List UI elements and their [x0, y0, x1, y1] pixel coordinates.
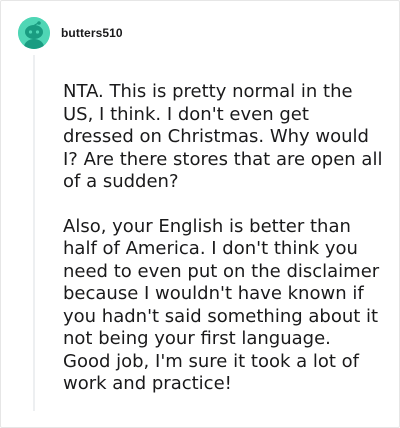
comment-paragraph: NTA. This is pretty normal in the US, I … [63, 81, 383, 192]
thread-collapse-line[interactable] [33, 55, 35, 411]
comment-body: NTA. This is pretty normal in the US, I … [63, 81, 383, 396]
comment-card: butters510 NTA. This is pretty normal in… [0, 0, 400, 428]
comment-author[interactable]: butters510 [61, 26, 123, 40]
snoo-avatar-icon[interactable] [18, 17, 50, 49]
comment-paragraph: Also, your English is better than half o… [63, 215, 380, 395]
